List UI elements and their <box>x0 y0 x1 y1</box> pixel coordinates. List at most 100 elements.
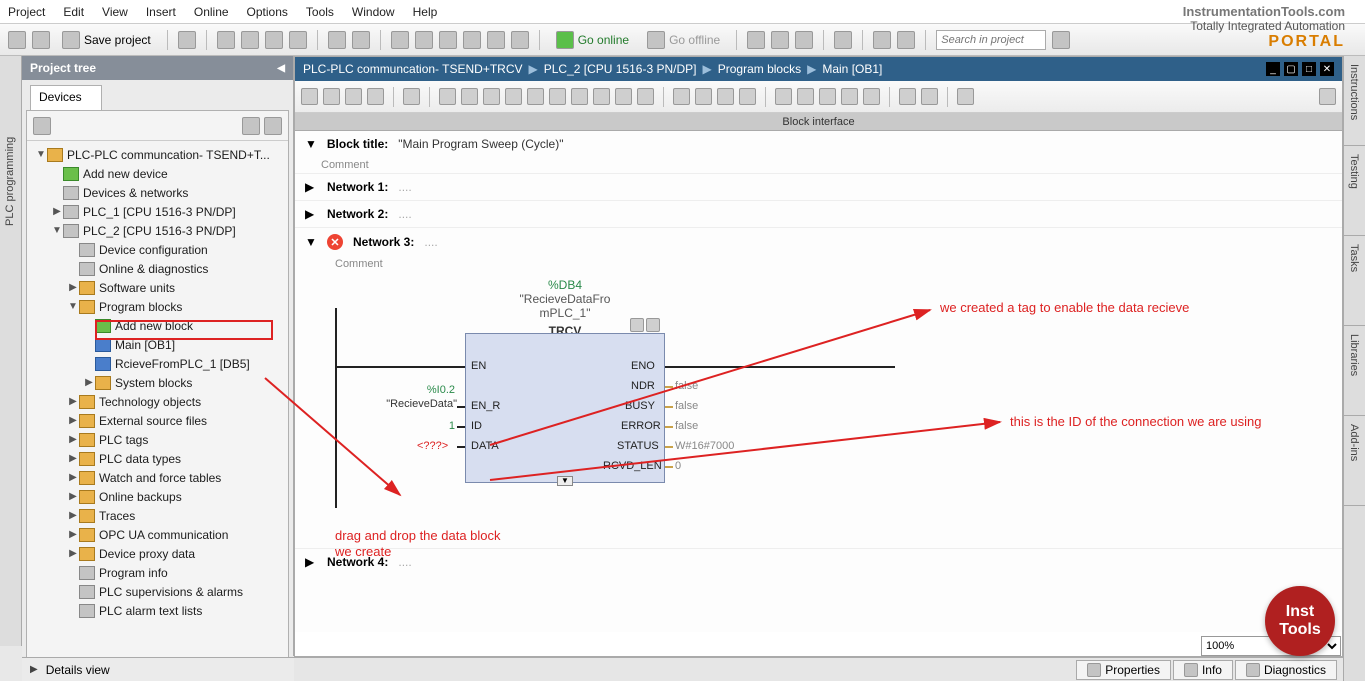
et-icon[interactable] <box>593 88 610 105</box>
menu-project[interactable]: Project <box>8 5 45 19</box>
menu-view[interactable]: View <box>102 5 128 19</box>
in-enr-addr[interactable]: %I0.2 <box>385 384 455 396</box>
cut-icon[interactable] <box>217 31 235 49</box>
open-project-icon[interactable] <box>32 31 50 49</box>
tree-plc1[interactable]: ▶PLC_1 [CPU 1516-3 PN/DP] <box>27 202 288 221</box>
menu-help[interactable]: Help <box>413 5 438 19</box>
fb-help-icon[interactable] <box>630 318 644 332</box>
et-icon[interactable] <box>673 88 690 105</box>
menu-window[interactable]: Window <box>352 5 395 19</box>
et-icon[interactable] <box>439 88 456 105</box>
tree-traces[interactable]: ▶Traces <box>27 506 288 525</box>
search-go-icon[interactable] <box>1052 31 1070 49</box>
et-icon[interactable] <box>819 88 836 105</box>
undo-icon[interactable] <box>328 31 346 49</box>
left-tab-label[interactable]: PLC programming <box>4 137 16 226</box>
upload-icon[interactable] <box>415 31 433 49</box>
compile-icon[interactable] <box>439 31 457 49</box>
et-icon[interactable] <box>461 88 478 105</box>
copy-icon[interactable] <box>241 31 259 49</box>
et-icon[interactable] <box>301 88 318 105</box>
network-4-row[interactable]: ▶Network 4:.... <box>295 548 1342 575</box>
split-v-icon[interactable] <box>897 31 915 49</box>
net-caret-icon[interactable]: ▶ <box>305 180 317 194</box>
misc-icon[interactable] <box>771 31 789 49</box>
tree-tech-objects[interactable]: ▶Technology objects <box>27 392 288 411</box>
et-icon[interactable] <box>863 88 880 105</box>
tree-system-blocks[interactable]: ▶System blocks <box>27 373 288 392</box>
et-icon[interactable] <box>775 88 792 105</box>
go-online-button[interactable]: Go online <box>550 29 635 51</box>
split-h-icon[interactable] <box>873 31 891 49</box>
et-icon[interactable] <box>695 88 712 105</box>
collapse-tree-icon[interactable]: ◀ <box>277 63 285 74</box>
et-icon[interactable] <box>549 88 566 105</box>
et-icon[interactable] <box>717 88 734 105</box>
cross-icon[interactable] <box>834 31 852 49</box>
details-expand-icon[interactable]: ▶ <box>30 664 38 675</box>
new-project-icon[interactable] <box>8 31 26 49</box>
fb-dropdown-icon[interactable]: ▼ <box>557 476 573 486</box>
tree-device-config[interactable]: Device configuration <box>27 240 288 259</box>
devices-tab[interactable]: Devices <box>30 85 102 111</box>
menu-online[interactable]: Online <box>194 5 229 19</box>
et-icon[interactable] <box>797 88 814 105</box>
hw-icon[interactable] <box>463 31 481 49</box>
net-caret-icon[interactable]: ▶ <box>305 207 317 221</box>
crumb-1[interactable]: PLC_2 [CPU 1516-3 PN/DP] <box>544 62 697 76</box>
et-icon[interactable] <box>483 88 500 105</box>
block-interface-bar[interactable]: Block interface <box>295 113 1342 131</box>
et-icon[interactable] <box>403 88 420 105</box>
et-icon[interactable] <box>527 88 544 105</box>
tree-program-info[interactable]: Program info <box>27 563 288 582</box>
tree-devices-networks[interactable]: Devices & networks <box>27 183 288 202</box>
tree-supervisions[interactable]: PLC supervisions & alarms <box>27 582 288 601</box>
net-caret-icon[interactable]: ▶ <box>305 555 317 569</box>
delete-icon[interactable] <box>289 31 307 49</box>
network-1-row[interactable]: ▶Network 1:.... <box>295 173 1342 200</box>
dev-tb-icon2[interactable] <box>242 117 260 135</box>
crumb-0[interactable]: PLC-PLC communcation- TSEND+TRCV <box>303 62 523 76</box>
restore-button[interactable]: ▢ <box>1284 62 1298 76</box>
tree-plc-types[interactable]: ▶PLC data types <box>27 449 288 468</box>
min-button[interactable]: _ <box>1266 62 1280 76</box>
menu-edit[interactable]: Edit <box>63 5 84 19</box>
tree-ext-sources[interactable]: ▶External source files <box>27 411 288 430</box>
net-caret-icon[interactable]: ▼ <box>305 235 317 249</box>
tab-diagnostics[interactable]: Diagnostics <box>1235 660 1337 680</box>
paste-icon[interactable] <box>265 31 283 49</box>
et-icon[interactable] <box>739 88 756 105</box>
tree-proxy-data[interactable]: ▶Device proxy data <box>27 544 288 563</box>
in-id-val[interactable]: 1 <box>435 420 455 432</box>
download-icon[interactable] <box>391 31 409 49</box>
close-button[interactable]: ✕ <box>1320 62 1334 76</box>
tree-add-device[interactable]: Add new device <box>27 164 288 183</box>
misc-icon[interactable] <box>795 31 813 49</box>
block-title-value[interactable]: "Main Program Sweep (Cycle)" <box>398 137 563 151</box>
max-button[interactable]: □ <box>1302 62 1316 76</box>
network-3-comment[interactable]: Comment <box>295 256 1342 272</box>
et-icon[interactable] <box>957 88 974 105</box>
crumb-3[interactable]: Main [OB1] <box>822 62 882 76</box>
tree-add-block[interactable]: Add new block <box>27 316 288 335</box>
tree-plc2[interactable]: ▼PLC_2 [CPU 1516-3 PN/DP] <box>27 221 288 240</box>
rtab-addins[interactable]: Add-ins <box>1344 416 1365 506</box>
et-icon-right[interactable] <box>1319 88 1336 105</box>
menu-tools[interactable]: Tools <box>306 5 334 19</box>
sim-icon[interactable] <box>487 31 505 49</box>
menu-insert[interactable]: Insert <box>146 5 176 19</box>
tree-software-units[interactable]: ▶Software units <box>27 278 288 297</box>
rtab-libraries[interactable]: Libraries <box>1344 326 1365 416</box>
et-icon[interactable] <box>899 88 916 105</box>
tree-opcua[interactable]: ▶OPC UA communication <box>27 525 288 544</box>
rtab-testing[interactable]: Testing <box>1344 146 1365 236</box>
et-icon[interactable] <box>571 88 588 105</box>
tree-online-diag[interactable]: Online & diagnostics <box>27 259 288 278</box>
et-icon[interactable] <box>345 88 362 105</box>
crumb-2[interactable]: Program blocks <box>718 62 801 76</box>
tab-properties[interactable]: Properties <box>1076 660 1171 680</box>
fb-expand-icon[interactable] <box>646 318 660 332</box>
et-icon[interactable] <box>615 88 632 105</box>
network-3-row[interactable]: ▼✕Network 3:.... <box>295 227 1342 256</box>
et-icon[interactable] <box>367 88 384 105</box>
